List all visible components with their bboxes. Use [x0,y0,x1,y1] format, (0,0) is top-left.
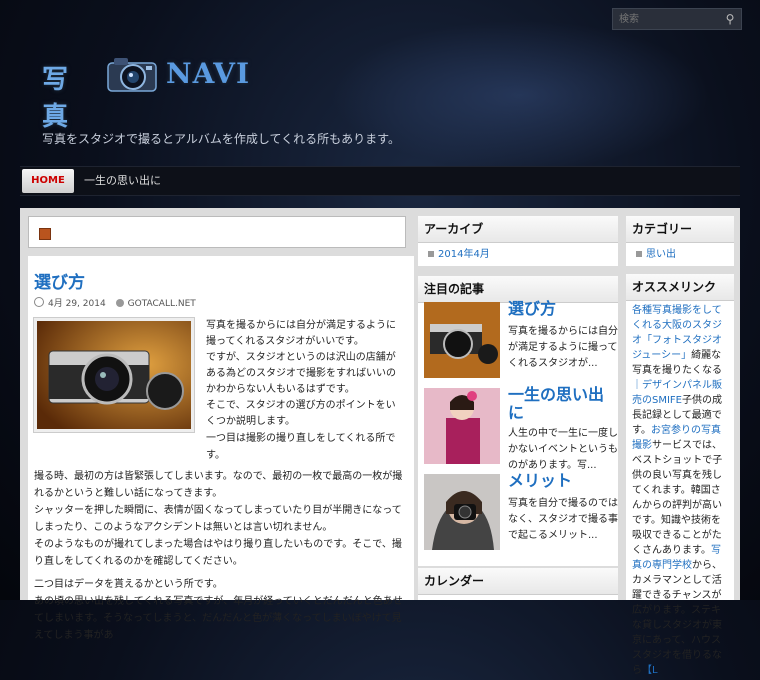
post-body: 一つ目は撮影の撮り直しをしてくれる所です。 撮る時、最初の方は皆緊張してしまいま… [34,430,406,644]
category-label: 思い出 [646,249,676,260]
logo-kanji: 写真 [42,65,70,132]
category-item[interactable]: 思い出 [626,247,734,263]
breadcrumb-box [28,216,406,248]
calendar-heading: カレンダー [418,568,618,595]
featured-thumb[interactable] [424,474,500,550]
archive-widget: アーカイブ 2014年4月 [418,216,618,266]
search-input[interactable] [617,11,721,28]
featured-widget: 注目の記事 選び方 写真を撮るからには自分が満足するように撮ってくれるスタジオが… [418,276,618,566]
featured-item[interactable]: 一生の思い出に 人生の中で一生に一度しかないイベントというものがあります。写..… [424,386,618,472]
recommend-copy: サービスでは、ベストショットで子供の良い写真を残してくれます。韓国さんからの評判… [632,440,723,526]
post-para: 撮る時、最初の方は皆緊張してしまいます。なので、最初の一枚で最高の一枚が撮れるか… [34,471,403,499]
site-header: ⚲ 写真 NAVI 写真をスタジオで撮るとアルバムを作成してくれる所もあります。 [0,0,760,170]
site-tagline: 写真をスタジオで撮るとアルバムを作成してくれる所もあります。 [42,132,400,146]
recommend-heading: オススメリンク [626,274,734,301]
recommend-text: 各種写真撮影をしてくれる大阪のスタジオ「フォトスタジオジューシー」綺麗な写真を撮… [626,301,734,680]
post-meta: 4月 29, 2014 GOTACALL.NET [34,296,196,309]
header-glow [330,20,710,170]
nav-home[interactable]: HOME [22,169,74,193]
post-title[interactable]: 選び方 [34,268,85,293]
featured-thumb[interactable] [424,302,500,378]
post-date: 4月 29, 2014 [48,299,106,309]
archive-label: 2014年4月 [438,249,490,260]
post-intro: 写真を撮るからには自分が満足するように撮ってくれるスタジオがいいです。 ですが、… [206,318,396,430]
featured-item[interactable]: 選び方 写真を撮るからには自分が満足するように撮ってくれるスタジオが... [424,300,618,386]
post-para: 写真を撮るからには自分が満足するように撮ってくれるスタジオがいいです。 [206,320,396,347]
recommend-widget: オススメリンク 各種写真撮影をしてくれる大阪のスタジオ「フォトスタジオジューシー… [626,274,734,676]
post-para: ですが、スタジオというのは沢山の店舗がある為どのスタジオで撮影をすればいいのかわ… [206,352,396,395]
featured-title[interactable]: 一生の思い出に [508,386,618,422]
nav-item-omoide[interactable]: 一生の思い出に [84,167,161,195]
featured-title[interactable]: メリット [508,472,572,490]
category-heading: カテゴリー [626,216,734,243]
search-icon[interactable]: ⚲ [723,12,737,26]
bullet-icon [636,251,642,257]
post-thumbnail[interactable] [34,318,194,432]
rss-icon[interactable] [39,228,51,240]
author-icon [115,299,124,307]
archive-item[interactable]: 2014年4月 [418,247,618,263]
featured-excerpt: 写真を自分で撮るのではなく、スタジオで撮る事で起こるメリット... [508,498,618,541]
category-widget: カテゴリー 思い出 [626,216,734,266]
post-para: 二つ目はデータを貰えるかという所です。 [34,579,223,590]
post-para: シャッターを押した瞬間に、表情が固くなってしまっていたり目が半開きになってしまっ… [34,505,402,533]
featured-excerpt: 人生の中で一生に一度しかないイベントというものがあります。写... [508,428,618,471]
calendar-widget: カレンダー [418,568,618,600]
post: 選び方 4月 29, 2014 GOTACALL.NET 写真を撮るからには自分が… [28,256,414,641]
clock-icon [34,297,44,307]
post-para: そのようなものが撮れてしまった場合はやはり撮り直したいものです。そこで、撮り直し… [34,539,402,567]
featured-excerpt: 写真を撮るからには自分が満足するように撮ってくれるスタジオが... [508,326,618,369]
featured-thumb[interactable] [424,388,500,464]
logo-navi: NAVI [166,57,251,90]
post-para: あの頃の思い出を残してくれる写真ですが、年月が経っていくとだんだんと色あせてしま… [34,596,403,641]
post-para: 一つ目は撮影の撮り直しをしてくれる所です。 [206,433,396,461]
bullet-icon [428,251,434,257]
post-para: そこで、スタジオの選び方のポイントをいくつか説明します。 [206,400,396,427]
search-box[interactable]: ⚲ [612,8,742,30]
featured-title[interactable]: 選び方 [508,300,556,318]
post-author[interactable]: GOTACALL.NET [128,299,196,309]
archive-heading: アーカイブ [418,216,618,243]
featured-item[interactable]: メリット 写真を自分で撮るのではなく、スタジオで撮る事で起こるメリット... [424,472,618,558]
content-area: 選び方 4月 29, 2014 GOTACALL.NET 写真を撮るからには自分が… [20,208,740,676]
main-nav: HOME 一生の思い出に [20,166,740,196]
camera-icon [107,58,157,92]
recommend-link[interactable]: 【L [642,665,658,676]
